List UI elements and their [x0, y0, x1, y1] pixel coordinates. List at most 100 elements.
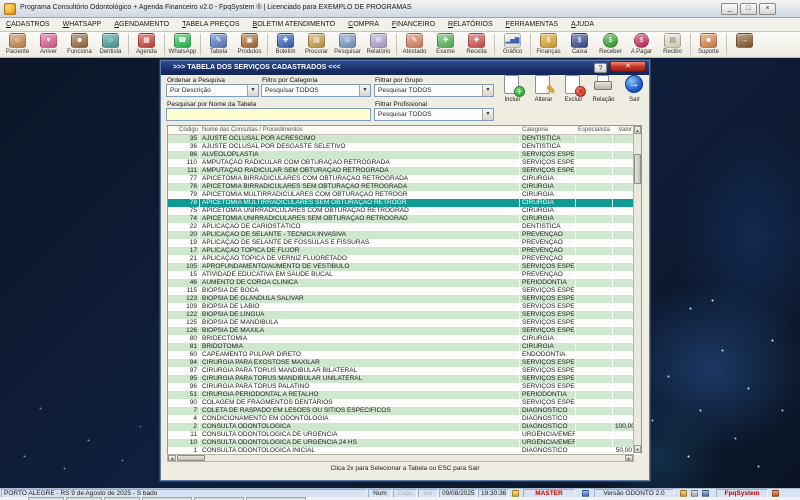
column-header-categoria[interactable]: Categoria: [520, 126, 576, 134]
suporte-toolbar-button[interactable]: ☻Suporte: [693, 32, 724, 57]
horizontal-scrollbar[interactable]: ◄ ►: [167, 454, 634, 462]
scroll-down-icon[interactable]: ▼: [634, 445, 641, 453]
table-row[interactable]: 76APICETOMIA BIRRADICULARES SEM OBTURAÇÃ…: [168, 183, 641, 191]
table-row[interactable]: 11CONSULTA ODONTOLÓGICA DE URGÊNCIAURGÊN…: [168, 431, 641, 439]
menu-tabela-precos[interactable]: TABELA PREÇOS: [182, 21, 239, 28]
boletim-toolbar-button[interactable]: ✚Boletim: [270, 32, 301, 57]
table-row[interactable]: 94CIRURGIA PARA EXOSTOSE MAXILARSERVIÇOS…: [168, 359, 641, 367]
grupo-select[interactable]: Pesquisar TODOS ▼: [374, 84, 494, 97]
pesquisar-toolbar-button[interactable]: ⊙Pesquisar: [332, 32, 363, 57]
table-row[interactable]: 46AUMENTO DE COROA CLINICAPERIODONTIA: [168, 279, 641, 287]
exit-toolbar-button[interactable]: →: [729, 32, 760, 57]
table-row[interactable]: 7COLETA DE RASPADO EM LESÕES OU SÍTIOS E…: [168, 407, 641, 415]
table-row[interactable]: 51CIRURGIA PERIODONTAL A RETALHOPERIODON…: [168, 391, 641, 399]
table-row[interactable]: 109BIOPSIA DE LÁBIOSERVIÇOS ESPECIAIS: [168, 303, 641, 311]
table-row[interactable]: 75APICETOMIA UNIRRADICULARES COM OBTURAÇ…: [168, 207, 641, 215]
aniver-toolbar-button[interactable]: ♥Aniver: [33, 32, 64, 57]
table-row[interactable]: 123BIOPSIA DE GLÂNDULA SALIVARSERVIÇOS E…: [168, 295, 641, 303]
help-icon[interactable]: ?: [594, 63, 607, 73]
procurar-toolbar-button[interactable]: ▤Procurar: [301, 32, 332, 57]
produtos-toolbar-button[interactable]: ▣Produtos: [234, 32, 265, 57]
a-pagar-toolbar-button[interactable]: $A Pagar: [626, 32, 657, 57]
receita-toolbar-button[interactable]: ✚Receita: [461, 32, 492, 57]
whatsapp-toolbar-button[interactable]: ☎WhatsApp: [167, 32, 198, 57]
minimize-button[interactable]: _: [721, 3, 738, 15]
scroll-left-icon[interactable]: ◄: [168, 455, 176, 461]
tabela-toolbar-button[interactable]: ✎Tabela: [203, 32, 234, 57]
column-header-valor[interactable]: Valor: [613, 126, 633, 134]
menu-financeiro[interactable]: FINANCEIRO: [392, 21, 435, 28]
relacao-button[interactable]: Relação: [589, 74, 618, 104]
menu-boletim-atendimento[interactable]: BOLETIM ATENDIMENTO: [253, 21, 336, 28]
receber-toolbar-button[interactable]: $Receber: [595, 32, 626, 57]
nome-tabela-input[interactable]: [166, 108, 371, 121]
table-row[interactable]: 97CIRURGIA PARA TORUS MANDIBULAR BILATER…: [168, 367, 641, 375]
relatorio-toolbar-button[interactable]: ✉Relatório: [363, 32, 394, 57]
table-row[interactable]: 79APICETOMIA MULTIRRADICULARES COM OBTUR…: [168, 191, 641, 199]
dentista-toolbar-button[interactable]: ☺Dentista: [95, 32, 126, 57]
categoria-select[interactable]: Pesquisar TODOS ▼: [261, 84, 371, 97]
ordenar-select[interactable]: Por Descrição ▼: [166, 84, 259, 97]
table-row[interactable]: 2CONSULTA ODONTOLÓGICADIAGNÓSTICO100,00: [168, 423, 641, 431]
funciona-toolbar-button[interactable]: ☻Funciona: [64, 32, 95, 57]
table-row[interactable]: 15ATIVIDADE EDUCATIVA EM SAÚDE BUCALPREV…: [168, 271, 641, 279]
table-row[interactable]: 74APICETOMIA UNIRRADICULARES SEM OBTURAÇ…: [168, 215, 641, 223]
table-row[interactable]: 81BRIDOTOMIACIRURGIA: [168, 343, 641, 351]
vertical-scrollbar[interactable]: ▲ ▼: [633, 126, 641, 453]
caixa-toolbar-button[interactable]: $Caixa: [564, 32, 595, 57]
table-row[interactable]: 125BIOPSIA DE MANDIBULASERVIÇOS ESPECIAI…: [168, 319, 641, 327]
menu-compra[interactable]: COMPRA: [348, 21, 379, 28]
panel-close-icon[interactable]: ✕: [610, 61, 646, 72]
table-row[interactable]: 21APLICAÇÃO TÓPICA DE VERNIZ FLUORETADOP…: [168, 255, 641, 263]
atestado-toolbar-button[interactable]: ✎Atestado: [399, 32, 430, 57]
grafico-toolbar-button[interactable]: ▂▅▇Gráfico: [497, 32, 528, 57]
horizontal-scroll-thumb[interactable]: [177, 455, 205, 461]
table-row[interactable]: 10CONSULTA ODONTOLÓGICA DE URGÊNCIA 24 H…: [168, 439, 641, 447]
table-row[interactable]: 95CIRURGIA PARA TORUS MANDIBULAR UNILATE…: [168, 375, 641, 383]
agenda-toolbar-button[interactable]: ▦Agenda: [131, 32, 162, 57]
menu-agendamento[interactable]: AGENDAMENTO: [114, 21, 169, 28]
column-header-especialista[interactable]: Especialista: [576, 126, 613, 134]
menu-whatsapp[interactable]: WHATSAPP: [63, 21, 102, 28]
table-row[interactable]: 90COLAGEM DE FRAGMENTOS DENTÁRIOSSERVIÇO…: [168, 399, 641, 407]
chevron-down-icon[interactable]: ▼: [247, 85, 258, 96]
table-row-selected[interactable]: 78APICETOMIA MULTIRRADICULARES SEM OBTUR…: [168, 199, 641, 207]
sair-button[interactable]: →Sair: [620, 74, 649, 104]
column-header-nome-das-consultas-procedimentos[interactable]: Nome das Consultas / Procedimentos: [200, 126, 520, 134]
profissional-select[interactable]: Pesquisar TODOS ▼: [374, 108, 494, 121]
menu-ajuda[interactable]: AJUDA: [571, 21, 594, 28]
table-row[interactable]: 17APLICAÇÃO TÓPICA DE FLUORPREVENÇÃO: [168, 247, 641, 255]
alterar-button[interactable]: ✎Alterar: [529, 74, 558, 104]
table-row[interactable]: 77APICETOMIA BIRRADICULARES COM OBTURAÇÃ…: [168, 175, 641, 183]
exame-toolbar-button[interactable]: ✚Exame: [430, 32, 461, 57]
table-row[interactable]: 60CAPEAMENTO PULPAR DIRETOENDODONTIA: [168, 351, 641, 359]
chevron-down-icon[interactable]: ▼: [359, 85, 370, 96]
table-row[interactable]: 111AMPUTAÇÃO RADICULAR SEM OBTURAÇÃO RET…: [168, 167, 641, 175]
monitor-icon[interactable]: [702, 490, 709, 497]
excluir-button[interactable]: ✕Excluir: [559, 74, 588, 104]
table-row[interactable]: 96CIRURGIA PARA TORUS PALATINOSERVIÇOS E…: [168, 383, 641, 391]
menu-ferramentas[interactable]: FERRAMENTAS: [506, 21, 558, 28]
table-row[interactable]: 122BIOPSIA DE LÍNGUASERVIÇOS ESPECIAIS: [168, 311, 641, 319]
scroll-up-icon[interactable]: ▲: [634, 126, 641, 134]
restore-button[interactable]: □: [740, 3, 757, 15]
table-row[interactable]: 19APLICAÇÃO DE SELANTE DE FÓSSULAS E FIS…: [168, 239, 641, 247]
table-row[interactable]: 80BRIDECTOMIACIRURGIA: [168, 335, 641, 343]
incluir-button[interactable]: +Incluir: [498, 74, 527, 104]
table-row[interactable]: 20APLICAÇÃO DE SELANTE - TÉCNICA INVASIV…: [168, 231, 641, 239]
table-row[interactable]: 115BIOPSIA DE BOCASERVIÇOS ESPECIAIS: [168, 287, 641, 295]
table-row[interactable]: 35AJUSTE OCLUSAL POR ACRESCIMODENTÍSTICA: [168, 135, 641, 143]
close-button[interactable]: ×: [759, 3, 776, 15]
vertical-scroll-thumb[interactable]: [634, 154, 641, 184]
chevron-down-icon[interactable]: ▼: [482, 85, 493, 96]
table-row[interactable]: 110AMPUTAÇÃO RADICULAR COM OBTURAÇÃO RET…: [168, 159, 641, 167]
table-row[interactable]: 36AJUSTE OCLUSAL POR DESGASTE SELETIVODE…: [168, 143, 641, 151]
paciente-toolbar-button[interactable]: ☺Paciente: [2, 32, 33, 57]
table-row[interactable]: 86ALVEOLOPLASTIASERVIÇOS ESPECIAIS: [168, 151, 641, 159]
recibo-toolbar-button[interactable]: ▤Recibo: [657, 32, 688, 57]
column-header-codigo[interactable]: Código: [168, 126, 200, 134]
table-row[interactable]: 22APLICAÇÃO DE CARIOSTÁTICODENTÍSTICA: [168, 223, 641, 231]
menu-cadastros[interactable]: CADASTROS: [6, 21, 50, 28]
printer-icon[interactable]: [691, 490, 698, 497]
chevron-down-icon[interactable]: ▼: [482, 109, 493, 120]
